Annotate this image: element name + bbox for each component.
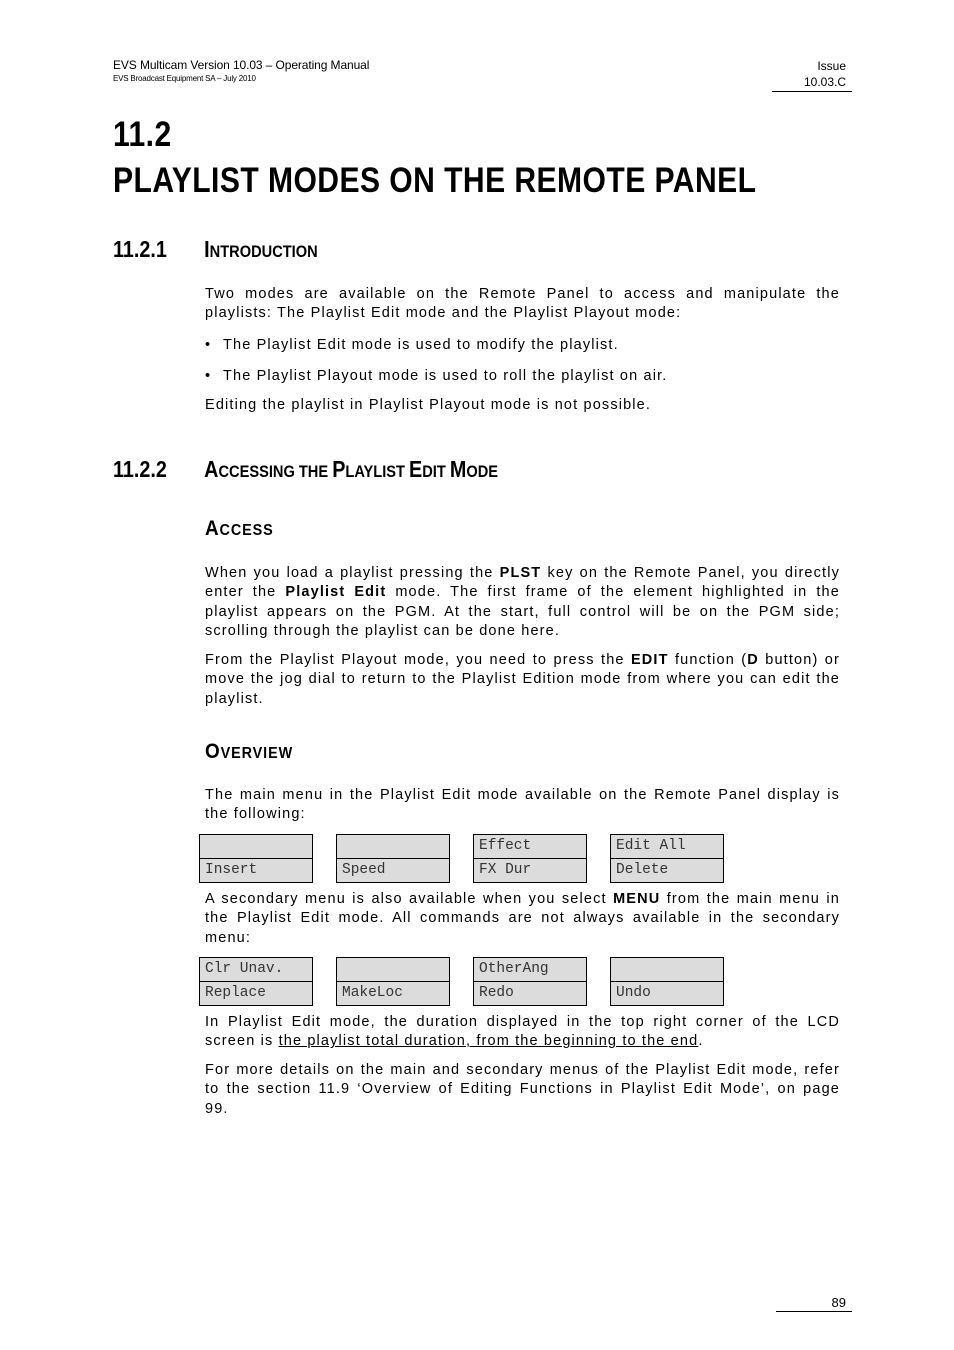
section-number: 11.2 [113,115,172,154]
section-heading: 11.2 PLAYLIST MODES ON THE REMOTE PANEL [113,112,836,204]
lcd-cell: Edit All Delete [610,834,724,883]
title-rest: DIT [422,462,450,481]
title-rest: ODE [466,462,499,481]
lcd-cell: Speed [336,834,450,883]
main-menu-lcd: Insert Speed Effect FX Dur Edit All Delete [199,834,724,883]
issue-block: Issue 10.03.C [772,58,852,92]
lcd-bottom: Delete [611,858,723,882]
access-subheading: ACCESS [205,517,274,541]
accessing-number: 11.2.2 [113,456,167,482]
lcd-cell: OtherAng Redo [473,957,587,1006]
bullet-text: The Playlist Playout mode is used to rol… [223,368,668,384]
key-plst: PLST [499,565,542,581]
edit-function: EDIT [630,652,669,668]
text: From the Playlist Playout mode, you need… [205,652,631,668]
lcd-cell: MakeLoc [336,957,450,1006]
lcd-bottom: Speed [337,858,449,882]
manual-title: EVS Multicam Version 10.03 – Operating M… [113,58,370,72]
title-rest: CCESSING THE [218,462,333,481]
issue-value: 10.03.C [803,75,846,89]
title-cap: M [449,456,467,482]
mode-name: Playlist Edit [285,584,387,601]
lcd-top [200,835,312,858]
menu-key: MENU [613,891,661,907]
lcd-bottom: Insert [200,858,312,882]
manual-subtitle: EVS Broadcast Equipment SA – July 2010 [113,74,256,83]
overview-subheading: OVERVIEW [205,740,293,764]
bullet-text: The Playlist Edit mode is used to modify… [223,337,619,353]
title-rest: LAYLIST [345,462,410,481]
bullet-icon: • [205,368,212,384]
lcd-bottom: Redo [474,981,586,1005]
lcd-cell: Effect FX Dur [473,834,587,883]
title-cap: E [409,456,423,482]
lcd-top [337,958,449,981]
text: . [698,1033,704,1050]
bullet-item: • The Playlist Playout mode is used to ro… [205,368,667,384]
lcd-top [611,958,723,981]
lcd-bottom: Replace [200,981,312,1005]
lcd-cell: Undo [610,957,724,1006]
intro-heading: 11.2.1 INTRODUCTION [113,236,318,263]
lcd-cell: Clr Unav. Replace [199,957,313,1006]
secondary-menu-lcd: Clr Unav. Replace MakeLoc OtherAng Redo Un… [199,957,724,1006]
lcd-bottom: FX Dur [474,858,586,882]
intro-paragraph-1: Two modes are available on the Remote Pa… [205,286,840,322]
lcd-top: Effect [479,838,532,854]
lcd-top: Edit All [616,838,686,854]
lcd-cell: Insert [199,834,313,883]
title-cap: A [204,456,219,482]
bullet-item: • The Playlist Edit mode is used to modif… [205,337,619,353]
issue-label: Issue [817,59,846,73]
title-cap: A [205,517,220,540]
overview-paragraph-3: In Playlist Edit mode, the duration disp… [205,1013,840,1052]
text: A secondary menu is also available when … [205,891,614,907]
text: When you load a playlist pressing the [205,565,500,581]
title-rest: VERVIEW [220,745,294,762]
accessing-heading: 11.2.2 ACCESSING THE PLAYLIST EDIT MODE [113,456,498,483]
d-button: D [747,652,759,668]
lcd-top [337,835,449,858]
page-header: EVS Multicam Version 10.03 – Operating M… [113,58,369,84]
underlined-text: the playlist total duration, from the be… [278,1033,699,1050]
intro-number: 11.2.1 [113,236,167,262]
title-cap: P [332,456,346,482]
section-title: PLAYLIST MODES ON THE REMOTE PANEL [113,161,757,200]
text: function ( [668,652,748,668]
lcd-bottom: MakeLoc [337,981,449,1005]
intro-title-rest: NTRODUCTION [209,242,318,261]
access-paragraph-2: From the Playlist Playout mode, you need… [205,651,840,709]
access-paragraph-1: When you load a playlist pressing the PL… [205,564,840,641]
overview-paragraph-4: For more details on the main and seconda… [205,1062,840,1117]
overview-paragraph-2: A secondary menu is also available when … [205,890,840,948]
overview-paragraph-1: The main menu in the Playlist Edit mode … [205,787,840,823]
intro-paragraph-2: Editing the playlist in Playlist Playout… [205,397,652,413]
bullet-icon: • [205,337,212,353]
title-cap: O [205,740,221,763]
lcd-top: Clr Unav. [205,961,284,977]
lcd-bottom: Undo [611,981,723,1005]
lcd-top: OtherAng [479,961,549,977]
page-number: 89 [776,1295,852,1312]
title-rest: CCESS [219,522,274,539]
